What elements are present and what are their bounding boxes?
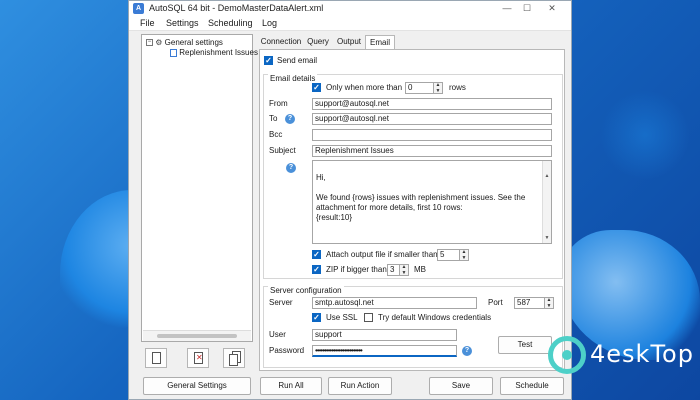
tab-email[interactable]: Email bbox=[365, 35, 395, 50]
server-input[interactable]: smtp.autosql.net bbox=[312, 297, 477, 309]
to-input[interactable]: support@autosql.net bbox=[312, 113, 552, 125]
zip-unit-label: MB bbox=[414, 265, 426, 274]
app-icon: A bbox=[133, 3, 144, 14]
tree-item-label: Replenishment Issues bbox=[179, 48, 258, 57]
zip-size-value: 3 bbox=[390, 265, 395, 274]
general-settings-button[interactable]: General Settings bbox=[143, 377, 251, 395]
collapse-icon[interactable]: − bbox=[146, 39, 153, 47]
user-label: User bbox=[269, 330, 286, 339]
zip-size-spinner[interactable]: ▲ ▼ bbox=[399, 265, 408, 275]
watermark-logo-dot bbox=[562, 350, 572, 360]
body-vertical-scrollbar[interactable]: ▲ ▼ bbox=[542, 161, 551, 243]
zip-label: ZIP if bigger than bbox=[326, 265, 387, 274]
delete-page-icon: ✕ bbox=[194, 352, 203, 364]
settings-tree[interactable]: − ⚙ General settings Replenishment Issue… bbox=[141, 34, 258, 342]
server-config-group: Server configuration Server smtp.autosql… bbox=[263, 286, 563, 368]
menu-file[interactable]: File bbox=[140, 18, 155, 28]
port-input[interactable]: 587 ▲ ▼ bbox=[514, 297, 554, 309]
to-label: To bbox=[269, 114, 278, 123]
attach-output-label: Attach output file if smaller than bbox=[326, 250, 438, 259]
title-bar[interactable]: A AutoSQL 64 bit - DemoMasterDataAlert.x… bbox=[129, 1, 571, 16]
password-label: Password bbox=[269, 346, 305, 355]
email-details-group: Email details ✓ Only when more than 0 ▲ ▼… bbox=[263, 74, 563, 279]
delete-action-button[interactable]: ✕ bbox=[187, 348, 209, 368]
attach-output-checkbox[interactable]: ✓ bbox=[312, 250, 321, 259]
email-tab-panel: ✓ Send email Email details ✓ Only when m… bbox=[259, 49, 565, 371]
tab-output[interactable]: Output bbox=[333, 35, 365, 49]
close-button[interactable]: ✕ bbox=[543, 2, 561, 15]
document-icon bbox=[170, 48, 177, 57]
wallpaper-bloom-top-right bbox=[600, 90, 690, 180]
menu-log[interactable]: Log bbox=[262, 18, 277, 28]
menu-scheduling[interactable]: Scheduling bbox=[208, 18, 253, 28]
subject-label: Subject bbox=[269, 146, 296, 155]
only-when-input[interactable]: 0 ▲ ▼ bbox=[405, 82, 443, 94]
attach-size-input[interactable]: 5 ▲ ▼ bbox=[437, 249, 469, 261]
only-when-spinner[interactable]: ▲ ▼ bbox=[433, 83, 442, 93]
email-details-title: Email details bbox=[268, 74, 318, 83]
copy-action-button[interactable] bbox=[223, 348, 245, 368]
to-help-icon[interactable]: ? bbox=[285, 114, 295, 124]
use-ssl-checkbox[interactable]: ✓ bbox=[312, 313, 321, 322]
server-config-title: Server configuration bbox=[268, 286, 344, 295]
gear-icon: ⚙ bbox=[155, 38, 163, 47]
save-button[interactable]: Save bbox=[429, 377, 493, 395]
run-all-button[interactable]: Run All bbox=[260, 377, 322, 395]
autosql-window: A AutoSQL 64 bit - DemoMasterDataAlert.x… bbox=[128, 0, 572, 400]
attach-size-value: 5 bbox=[440, 250, 445, 259]
new-action-button[interactable] bbox=[145, 348, 167, 368]
only-when-checkbox[interactable]: ✓ bbox=[312, 83, 321, 92]
use-ssl-label: Use SSL bbox=[326, 313, 358, 322]
attach-size-spinner[interactable]: ▲ ▼ bbox=[459, 250, 468, 260]
tab-strip: Connection Query Output Email bbox=[259, 35, 565, 50]
maximize-button[interactable]: ☐ bbox=[518, 2, 536, 15]
tree-scroll-thumb[interactable] bbox=[157, 334, 237, 338]
new-page-icon bbox=[152, 352, 161, 364]
email-body-textarea[interactable]: Hi, We found {rows} issues with replenis… bbox=[312, 160, 552, 244]
copy-page-icon-back bbox=[229, 354, 238, 366]
tree-root-label: General settings bbox=[164, 38, 223, 47]
window-title: AutoSQL 64 bit - DemoMasterDataAlert.xml bbox=[149, 3, 324, 13]
port-spinner[interactable]: ▲ ▼ bbox=[544, 298, 553, 308]
bcc-label: Bcc bbox=[269, 130, 283, 139]
tree-item-replenishment[interactable]: Replenishment Issues bbox=[170, 48, 258, 57]
zip-checkbox[interactable]: ✓ bbox=[312, 265, 321, 274]
from-label: From bbox=[269, 99, 288, 108]
zip-size-input[interactable]: 3 ▲ ▼ bbox=[387, 264, 409, 276]
send-email-checkbox[interactable]: ✓ bbox=[264, 56, 273, 65]
only-when-value: 0 bbox=[408, 83, 413, 92]
watermark-logo-icon bbox=[548, 336, 586, 374]
watermark-text: 4eskTop bbox=[590, 340, 694, 368]
windows-credentials-label: Try default Windows credentials bbox=[378, 313, 492, 322]
user-input[interactable]: support bbox=[312, 329, 457, 341]
tree-root[interactable]: − ⚙ General settings bbox=[146, 38, 223, 47]
body-help-icon[interactable]: ? bbox=[286, 163, 296, 173]
bcc-input[interactable] bbox=[312, 129, 552, 141]
port-value: 587 bbox=[517, 298, 531, 307]
windows-credentials-checkbox[interactable] bbox=[364, 313, 373, 322]
password-help-icon[interactable]: ? bbox=[462, 346, 472, 356]
minimize-button[interactable]: — bbox=[498, 2, 516, 15]
menu-bar: File Settings Scheduling Log bbox=[129, 16, 571, 31]
menu-settings[interactable]: Settings bbox=[166, 18, 199, 28]
tab-query[interactable]: Query bbox=[303, 35, 333, 49]
schedule-button[interactable]: Schedule bbox=[500, 377, 564, 395]
tree-horizontal-scrollbar[interactable] bbox=[143, 330, 251, 341]
password-input[interactable]: •••••••••••••••••••••••••• bbox=[312, 345, 457, 357]
test-button[interactable]: Test bbox=[498, 336, 552, 354]
from-input[interactable]: support@autosql.net bbox=[312, 98, 552, 110]
send-email-label: Send email bbox=[277, 56, 318, 65]
run-action-button[interactable]: Run Action bbox=[328, 377, 392, 395]
server-label: Server bbox=[269, 298, 293, 307]
tab-connection[interactable]: Connection bbox=[259, 35, 303, 49]
subject-input[interactable]: Replenishment Issues bbox=[312, 145, 552, 157]
rows-label: rows bbox=[449, 83, 466, 92]
only-when-label: Only when more than bbox=[326, 83, 403, 92]
email-body-text: Hi, We found {rows} issues with replenis… bbox=[316, 173, 526, 222]
port-label: Port bbox=[488, 298, 503, 307]
